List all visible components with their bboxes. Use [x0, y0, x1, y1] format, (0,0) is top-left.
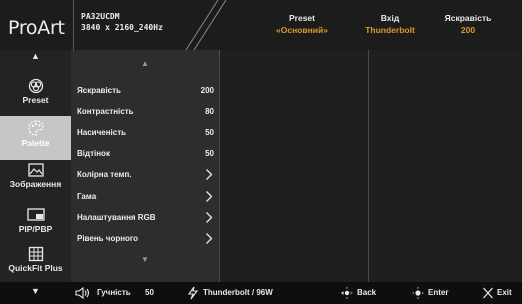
menu-item-color-temp-label: Колірна темп.: [77, 170, 132, 179]
nav-scroll-up-icon[interactable]: ▲: [0, 51, 71, 61]
palette-icon: [27, 120, 44, 136]
enter-hint[interactable]: Enter: [411, 286, 463, 300]
submenu-scroll-up-icon[interactable]: ▲: [71, 59, 219, 68]
menu-item-saturation-label: Насиченість: [77, 128, 127, 137]
menu-item-gamma-label: Гама: [77, 192, 97, 201]
menu-item-contrast-value: 80: [205, 107, 214, 116]
footer-bar: ▼ Гучність 50 Thunderbolt / 96W Back Ent…: [0, 282, 522, 304]
sidebar-item-image-label: Зображення: [9, 179, 62, 189]
speaker-icon: [75, 286, 90, 300]
power-source-label: Thunderbolt / 96W: [203, 288, 273, 297]
sidebar-item-image[interactable]: Зображення: [0, 163, 71, 203]
brand-logo: ProArt: [8, 17, 65, 39]
menu-item-gamma[interactable]: Гама: [77, 187, 215, 207]
menu-item-rgb-settings-label: Налаштування RGB: [77, 213, 156, 222]
power-indicator: Thunderbolt / 96W: [187, 286, 297, 300]
menu-item-brightness[interactable]: Яскравість 200: [77, 81, 215, 101]
submenu-level-3: [369, 50, 522, 282]
sidebar-item-palette-label: Palette: [21, 138, 50, 148]
volume-label: Гучність: [97, 288, 131, 297]
joystick-left-icon: [341, 286, 353, 300]
menu-item-brightness-label: Яскравість: [77, 86, 121, 95]
preset-status-value: «Основний»: [276, 25, 328, 35]
pip-pbp-icon: [26, 208, 45, 221]
sidebar-item-pip-pbp[interactable]: PIP/PBP: [0, 208, 71, 248]
model-name: PA32UCDM: [81, 12, 120, 21]
exit-label: Exit: [497, 288, 512, 297]
menu-item-rgb-settings[interactable]: Налаштування RGB: [77, 208, 215, 228]
header-diagonal-decoration: [185, 0, 227, 50]
joystick-press-icon: [412, 286, 424, 300]
volume-value: 50: [145, 288, 154, 297]
back-hint[interactable]: Back: [340, 286, 390, 300]
input-status: Вхід Thunderbolt: [358, 12, 422, 36]
menu-item-black-level[interactable]: Рівень чорного: [77, 229, 215, 249]
input-status-label: Вхід: [380, 13, 400, 23]
chevron-right-icon: [206, 191, 213, 202]
image-icon: [27, 163, 44, 177]
brightness-status-label: Яскравість: [444, 13, 492, 23]
brightness-status: Яскравість 200: [438, 12, 498, 36]
sidebar-item-preset-label: Preset: [22, 95, 49, 105]
input-status-value: Thunderbolt: [365, 25, 415, 35]
exit-hint[interactable]: Exit: [482, 286, 520, 300]
menu-item-saturation-value: 50: [205, 128, 214, 137]
sidebar-item-quickfit-plus-label: QuickFit Plus: [8, 263, 63, 273]
sidebar-item-quickfit-plus[interactable]: QuickFit Plus: [0, 246, 71, 286]
volume-indicator: Гучність 50: [75, 286, 165, 300]
sidebar-item-pip-pbp-label: PIP/PBP: [18, 224, 53, 234]
menu-item-hue[interactable]: Відтінок 50: [77, 144, 215, 164]
preset-icon: [28, 78, 43, 94]
quickfit-icon: [28, 246, 43, 262]
menu-item-color-temp[interactable]: Колірна темп.: [77, 165, 215, 185]
sidebar-item-preset[interactable]: Preset: [0, 78, 71, 118]
menu-item-contrast[interactable]: Контрастність 80: [77, 102, 215, 122]
header-divider: [73, 0, 74, 50]
menu-item-hue-label: Відтінок: [77, 149, 110, 158]
chevron-right-icon: [206, 233, 213, 244]
close-icon: [483, 287, 493, 299]
chevron-right-icon: [206, 212, 213, 223]
menu-item-hue-value: 50: [205, 149, 214, 158]
menu-item-brightness-value: 200: [200, 86, 214, 95]
submenu-scroll-down-icon[interactable]: ▼: [71, 255, 219, 264]
model-info: PA32UCDM 3840 x 2160_240Hz: [81, 11, 163, 33]
menu-item-saturation[interactable]: Насиченість 50: [77, 123, 215, 143]
menu-item-black-level-label: Рівень чорного: [77, 234, 139, 243]
back-label: Back: [357, 288, 377, 297]
header-bar: ProArt PA32UCDM 3840 x 2160_240Hz Preset…: [0, 0, 522, 50]
nav-scroll-down-icon[interactable]: ▼: [0, 286, 71, 296]
enter-label: Enter: [428, 288, 449, 297]
menu-item-contrast-label: Контрастність: [77, 107, 134, 116]
palette-submenu: ▲ Яскравість 200 Контрастність 80 Насиче…: [71, 50, 219, 282]
preset-status-label: Preset: [289, 13, 315, 23]
chevron-right-icon: [206, 169, 213, 180]
preset-status: Preset «Основний»: [266, 12, 338, 36]
brightness-status-value: 200: [460, 25, 476, 35]
main-menu-sidebar: ▲ Preset Palette Зображення PIP/PBP Quic…: [0, 50, 71, 282]
sidebar-item-palette[interactable]: Palette: [0, 116, 71, 160]
model-resolution: 3840 x 2160_240Hz: [81, 23, 163, 32]
submenu-level-2: [220, 50, 368, 282]
lightning-icon: [187, 286, 199, 300]
